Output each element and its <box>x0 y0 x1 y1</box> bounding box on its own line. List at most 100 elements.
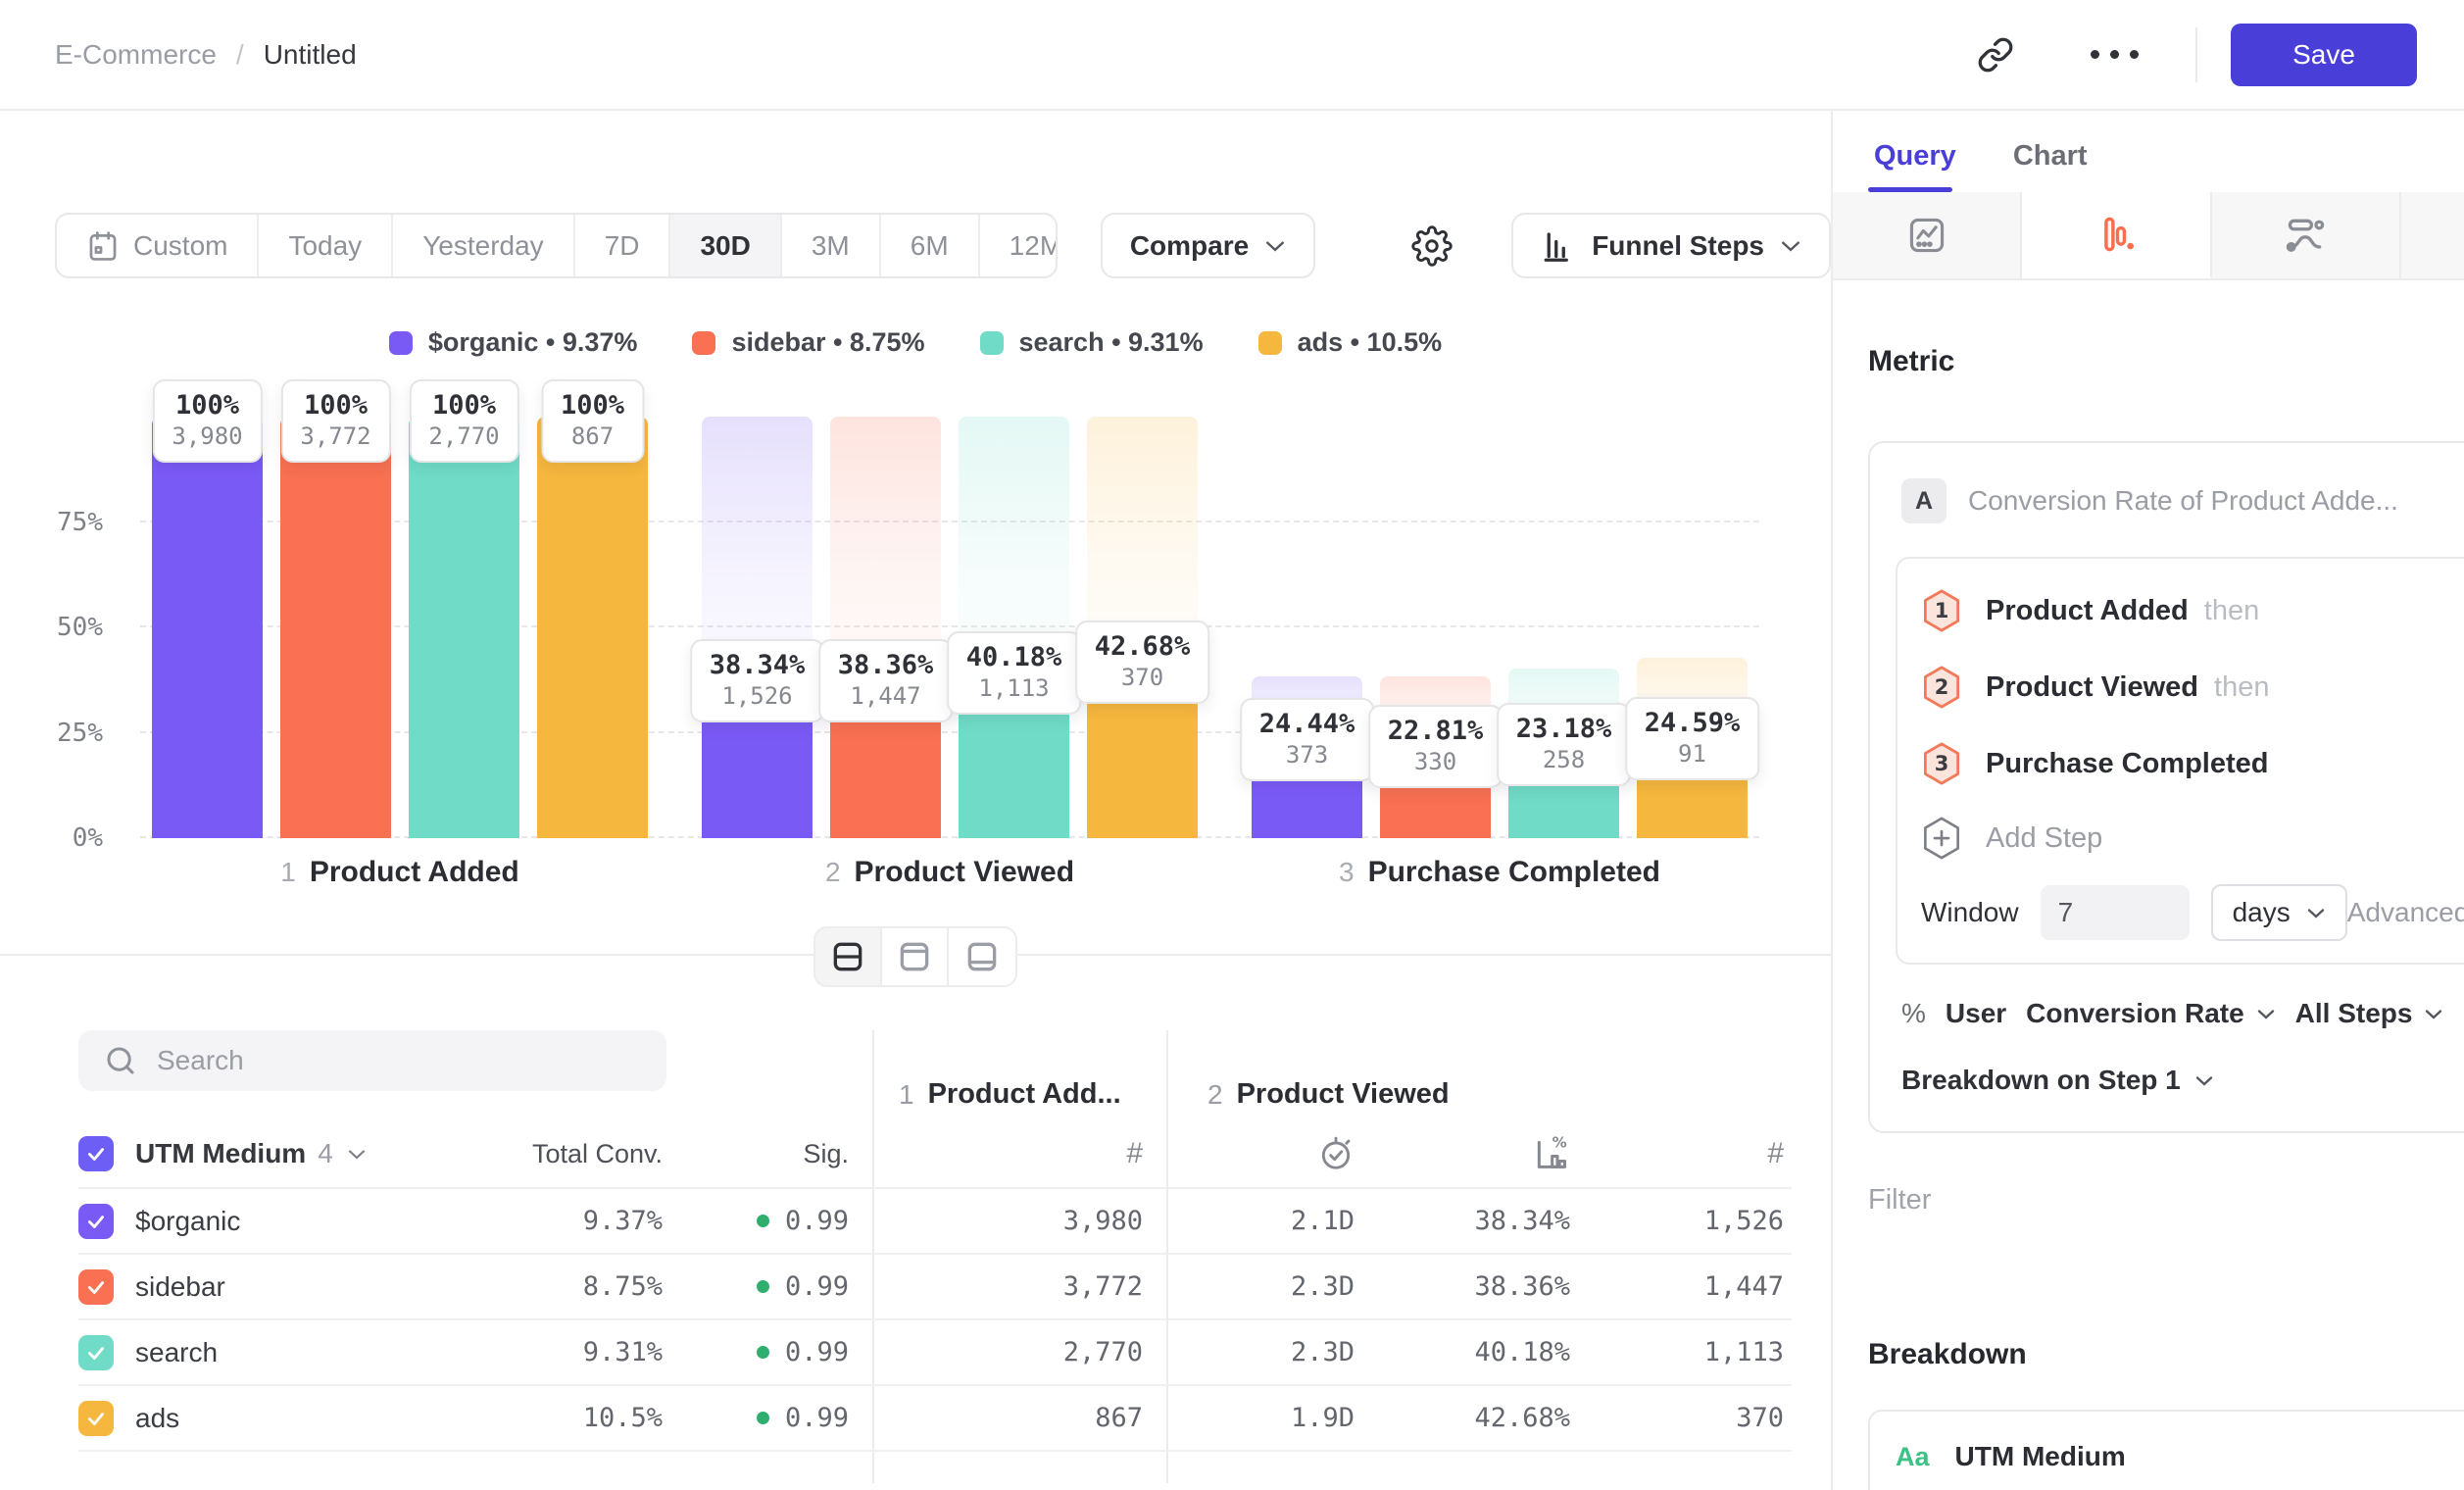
chart-type-dropdown[interactable]: Funnel Steps <box>1511 213 1831 278</box>
table-row-name-sidebar: sidebar <box>78 1255 510 1320</box>
step1-count-cell: 2,770 <box>872 1320 1168 1386</box>
count-column-icon[interactable]: # <box>1126 1137 1143 1170</box>
select-all-checkbox[interactable] <box>78 1136 114 1171</box>
add-step-hexagon-icon <box>1921 816 1962 861</box>
y-axis-tick: 75% <box>57 508 103 537</box>
significance-dot <box>757 1215 769 1227</box>
save-button[interactable]: Save <box>2231 24 2417 86</box>
chart-type-scatter[interactable] <box>2401 192 2464 278</box>
svg-text:1: 1 <box>1935 599 1949 622</box>
chart-type-funnel[interactable] <box>2022 192 2211 278</box>
sig-header[interactable]: Sig. <box>803 1139 849 1169</box>
breadcrumb-parent[interactable]: E-Commerce <box>55 39 217 71</box>
layout-table-toggle[interactable] <box>949 928 1015 985</box>
tab-query[interactable]: Query <box>1874 140 1956 192</box>
gear-icon <box>1411 225 1453 267</box>
funnel-bar-organic-step1[interactable] <box>152 417 263 838</box>
date-range-yesterday[interactable]: Yesterday <box>393 215 575 276</box>
svg-text:%: % <box>1552 1134 1567 1151</box>
add-step-button[interactable]: Add Step <box>1921 802 2464 874</box>
row-checkbox-ads[interactable] <box>78 1401 114 1436</box>
percent-prefix: % <box>1901 998 1926 1029</box>
row-checkbox-organic[interactable] <box>78 1204 114 1239</box>
y-axis-tick: 50% <box>57 613 103 642</box>
measured-as-row: % User Conversion Rate All Steps <box>1901 998 2464 1029</box>
legend-item-search[interactable]: search • 9.31% <box>980 327 1204 358</box>
metric-step-3[interactable]: 3Purchase Completed <box>1921 725 2464 802</box>
layout-chart-toggle[interactable] <box>882 928 949 985</box>
row-checkbox-search[interactable] <box>78 1335 114 1370</box>
funnel-bar-ads-step1[interactable] <box>537 417 648 838</box>
funnel-bar-sidebar-step1[interactable] <box>280 417 391 838</box>
step2-count-cell: 1,447 <box>1578 1255 1792 1320</box>
pane-divider <box>0 954 1831 956</box>
sig-cell: 0.99 <box>686 1255 872 1320</box>
window-unit-select[interactable]: days <box>2211 884 2347 941</box>
more-options-button[interactable] <box>2073 36 2156 73</box>
step1-column-header: Product Add... <box>928 1078 1121 1111</box>
date-range-3m[interactable]: 3M <box>782 215 881 276</box>
sig-cell: 0.99 <box>686 1386 872 1452</box>
table-search[interactable] <box>78 1030 666 1091</box>
row-checkbox-sidebar[interactable] <box>78 1269 114 1305</box>
measured-metric-dropdown[interactable]: Conversion Rate <box>2026 998 2276 1029</box>
chart-legend: $organic • 9.37% sidebar • 8.75% search • … <box>0 327 1831 358</box>
breakdown-table: 1 Product Add... 2 Product Viewed UTM Me… <box>78 1030 1831 1483</box>
search-input[interactable] <box>157 1045 627 1076</box>
tab-chart[interactable]: Chart <box>2013 140 2088 192</box>
avg-time-column-icon[interactable] <box>1317 1135 1355 1172</box>
funnel-bar-search-step1[interactable] <box>409 417 519 838</box>
date-range-custom[interactable]: Custom <box>57 215 259 276</box>
bottom-strip-layout-icon <box>962 938 1002 975</box>
measured-entity[interactable]: User <box>1946 998 2006 1029</box>
metric-title-row[interactable]: A Conversion Rate of Product Adde... <box>1896 471 2464 531</box>
table-spacer <box>686 1452 872 1483</box>
metric-card: A Conversion Rate of Product Adde... 1Pr… <box>1868 441 2464 1133</box>
total-conv-header[interactable]: Total Conv. <box>532 1139 663 1169</box>
chevron-down-icon[interactable] <box>347 1148 367 1161</box>
share-link-button[interactable] <box>1963 23 2028 87</box>
table-spacer <box>1578 1452 1792 1483</box>
y-axis: 0%25%50%75% <box>0 417 152 838</box>
significance-dot <box>757 1346 769 1359</box>
measured-scope-dropdown[interactable]: All Steps <box>2295 998 2444 1029</box>
legend-swatch <box>389 331 413 355</box>
chart-type-line[interactable] <box>1833 192 2022 278</box>
date-range-7d[interactable]: 7D <box>575 215 671 276</box>
metric-step-2[interactable]: 2Product Viewedthen <box>1921 649 2464 725</box>
advanced-toggle[interactable]: Advanced <box>2347 897 2464 928</box>
step1-count-cell: 867 <box>872 1386 1168 1452</box>
date-range-today[interactable]: Today <box>259 215 393 276</box>
bar-value-label: 38.36%1,447 <box>818 639 954 722</box>
sig-cell: 0.99 <box>686 1320 872 1386</box>
date-range-12m[interactable]: 12M <box>980 215 1058 276</box>
avg-time-cell: 2.3D <box>1168 1255 1362 1320</box>
chart-type-strip <box>1833 192 2464 280</box>
compare-button[interactable]: Compare <box>1101 213 1315 278</box>
avg-time-cell: 2.1D <box>1168 1189 1362 1255</box>
legend-item-organic[interactable]: $organic • 9.37% <box>389 327 638 358</box>
chart-settings-button[interactable] <box>1411 225 1453 267</box>
step-number-hexagon: 3 <box>1921 741 1962 786</box>
count-column-icon[interactable]: # <box>1767 1137 1784 1170</box>
legend-swatch <box>980 331 1004 355</box>
date-range-30d[interactable]: 30D <box>670 215 781 276</box>
date-range-6m[interactable]: 6M <box>881 215 980 276</box>
y-axis-tick: 25% <box>57 719 103 748</box>
breadcrumb-current[interactable]: Untitled <box>264 39 357 71</box>
total-conv-cell: 10.5% <box>510 1386 686 1452</box>
legend-item-ads[interactable]: ads • 10.5% <box>1258 327 1443 358</box>
step2-count-cell: 1,526 <box>1578 1189 1792 1255</box>
window-value-input[interactable] <box>2041 885 2190 940</box>
layout-split-toggle[interactable] <box>815 928 882 985</box>
legend-item-sidebar[interactable]: sidebar • 8.75% <box>692 327 924 358</box>
topbar-divider <box>2195 27 2197 82</box>
conversion-rate-column-icon[interactable]: % <box>1531 1134 1570 1173</box>
chart-type-flow[interactable] <box>2212 192 2401 278</box>
metric-step-1[interactable]: 1Product Addedthen <box>1921 572 2464 649</box>
group-by-label[interactable]: UTM Medium <box>135 1138 306 1169</box>
conversion-window-row: Window days Advanced <box>1921 884 2464 941</box>
breakdown-on-step-dropdown[interactable]: Breakdown on Step 1 <box>1901 1065 2464 1096</box>
breakdown-item[interactable]: Aa UTM Medium <box>1868 1410 2464 1490</box>
bar-value-label: 24.44%373 <box>1240 698 1375 781</box>
